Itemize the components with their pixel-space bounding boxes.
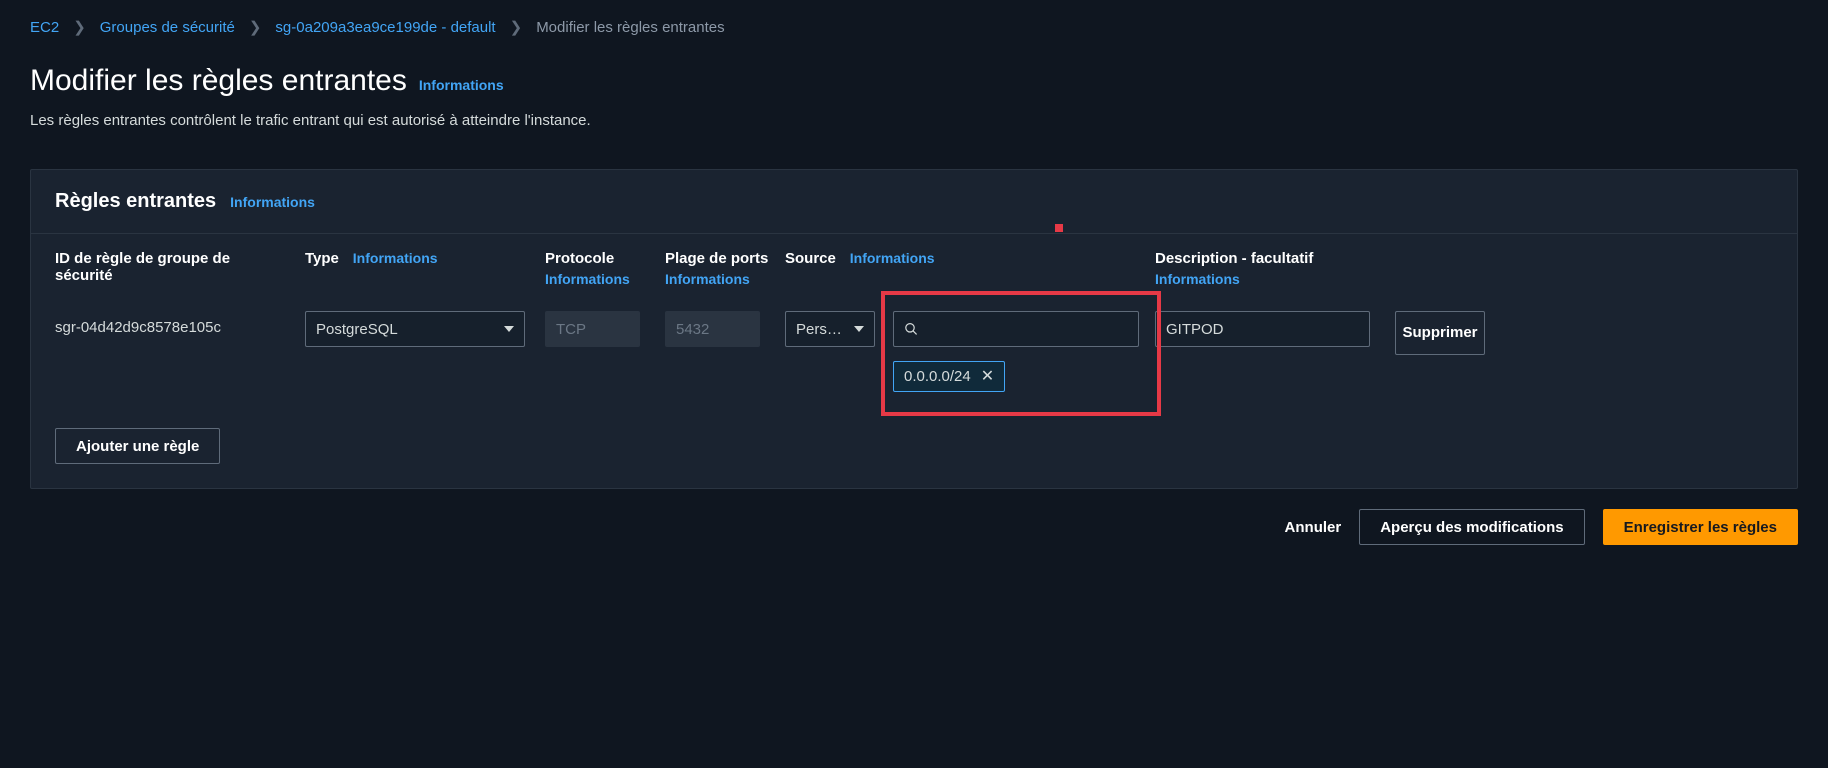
caret-down-icon [504, 326, 514, 332]
source-mode-select[interactable]: Pers… [785, 311, 875, 347]
page-title: Modifier les règles entrantes [30, 64, 407, 98]
caret-down-icon [854, 326, 864, 332]
page-description: Les règles entrantes contrôlent le trafi… [30, 112, 1798, 129]
col-header-id: ID de règle de groupe de sécurité [55, 250, 230, 284]
protocol-info-link[interactable]: Informations [545, 271, 649, 287]
col-header-type: Type [305, 250, 339, 267]
preview-changes-button[interactable]: Aperçu des modifications [1359, 509, 1584, 545]
breadcrumb-current: Modifier les règles entrantes [536, 19, 724, 36]
table-header-row: ID de règle de groupe de sécurité Type I… [31, 233, 1797, 297]
delete-rule-button[interactable]: Supprimer [1395, 311, 1485, 355]
red-marker-icon [1055, 224, 1063, 232]
breadcrumb: EC2 ❯ Groupes de sécurité ❯ sg-0a209a3ea… [0, 0, 1828, 54]
chevron-right-icon: ❯ [249, 18, 262, 36]
source-search-input-wrap[interactable] [893, 311, 1139, 347]
type-info-link[interactable]: Informations [353, 250, 438, 266]
chevron-right-icon: ❯ [73, 18, 86, 36]
description-info-link[interactable]: Informations [1155, 271, 1379, 287]
description-input[interactable] [1166, 321, 1359, 338]
port-range-readonly: 5432 [665, 311, 760, 347]
page-info-link[interactable]: Informations [419, 77, 504, 93]
remove-chip-icon[interactable]: ✕ [981, 369, 994, 385]
port-range-value: 5432 [676, 321, 709, 338]
type-select-value: PostgreSQL [316, 321, 398, 338]
col-header-source: Source [785, 250, 836, 267]
source-cidr-chip[interactable]: 0.0.0.0/24 ✕ [893, 361, 1005, 392]
col-header-protocol: Protocole [545, 250, 614, 267]
chevron-right-icon: ❯ [510, 18, 523, 36]
search-icon [904, 321, 918, 337]
page-header: Modifier les règles entrantes Informatio… [0, 54, 1828, 149]
panel-info-link[interactable]: Informations [230, 194, 315, 210]
type-select[interactable]: PostgreSQL [305, 311, 525, 347]
source-mode-value: Pers… [796, 321, 842, 338]
table-row: sgr-04d42d9c8578e105c PostgreSQL TCP 543… [31, 297, 1797, 416]
panel-title: Règles entrantes [55, 190, 216, 213]
inbound-rules-panel: Règles entrantes Informations ID de règl… [30, 169, 1798, 489]
breadcrumb-sg-id[interactable]: sg-0a209a3ea9ce199de - default [275, 19, 495, 36]
highlight-box [881, 291, 1161, 416]
col-header-description: Description - facultatif [1155, 250, 1313, 267]
cancel-button[interactable]: Annuler [1285, 519, 1342, 536]
protocol-readonly: TCP [545, 311, 640, 347]
add-rule-button[interactable]: Ajouter une règle [55, 428, 220, 464]
source-search-input[interactable] [926, 321, 1128, 338]
col-header-ports: Plage de ports [665, 250, 768, 267]
page-footer: Annuler Aperçu des modifications Enregis… [0, 489, 1828, 575]
rule-id-text: sgr-04d42d9c8578e105c [55, 311, 289, 336]
breadcrumb-security-groups[interactable]: Groupes de sécurité [100, 19, 235, 36]
breadcrumb-ec2[interactable]: EC2 [30, 19, 59, 36]
description-input-wrap[interactable] [1155, 311, 1370, 347]
source-cidr-value: 0.0.0.0/24 [904, 368, 971, 385]
save-rules-button[interactable]: Enregistrer les règles [1603, 509, 1798, 545]
protocol-value: TCP [556, 321, 586, 338]
source-info-link[interactable]: Informations [850, 250, 935, 266]
ports-info-link[interactable]: Informations [665, 271, 769, 287]
